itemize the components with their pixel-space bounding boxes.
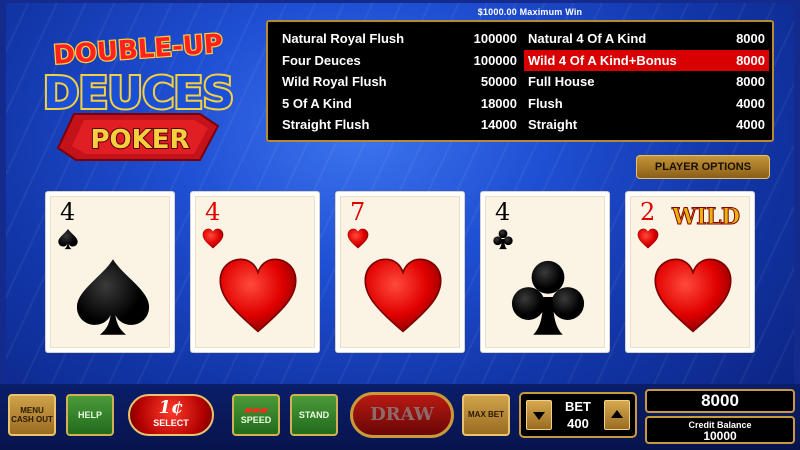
hand-name: 5 Of A Kind [282,95,352,111]
card-3[interactable]: 7 [336,192,464,352]
pay-row: Natural 4 Of A Kind 8000 [524,28,769,50]
pay-row: Wild Royal Flush 50000 [278,71,523,93]
hand-name: Straight Flush [282,117,370,133]
hand-payout: 14000 [480,117,517,133]
hand-payout: 8000 [736,74,765,90]
heart-icon [637,228,659,250]
hand-payout: 4000 [736,95,765,111]
hand-payout: 100000 [473,52,517,68]
hand-name: Wild 4 Of A Kind+Bonus [528,52,677,68]
hand-payout: 100000 [473,31,517,46]
pay-row: Straight Flush 14000 [278,114,523,136]
pay-row: 5 Of A Kind 18000 [278,93,523,115]
heart-icon [652,256,734,338]
pay-table-right-column: Natural 4 Of A Kind 8000 Wild 4 Of A Kin… [524,28,769,136]
spade-icon [72,256,154,338]
game-logo: DOUBLE-UP DEUCES POKER [22,18,254,168]
arrow-down-icon [533,412,545,420]
heart-icon [217,256,299,338]
denomination-select-label: SELECT [153,418,189,428]
hand-payout: 8000 [736,52,765,68]
club-icon [492,228,514,250]
hand-payout: 4000 [736,117,765,133]
pay-row: Straight 4000 [524,114,769,136]
card-rank: 7 [350,198,366,226]
logo-line2: DEUCES [43,68,233,119]
player-options-button[interactable]: PLAYER OPTIONS [636,155,770,179]
card-4[interactable]: 4 [481,192,609,352]
speed-meter-icon: ▰▰▰ [244,404,268,416]
wild-label: WILD [672,204,741,231]
hand-name: Natural 4 Of A Kind [528,31,647,46]
card-rank: 4 [60,198,76,226]
credit-balance-value: 10000 [703,429,737,443]
pay-row-highlighted: Wild 4 Of A Kind+Bonus 8000 [524,49,769,72]
menu-cash-out-button[interactable]: MENU CASH OUT [8,394,56,436]
max-win-label: $1000.00 Maximum Win [477,7,583,17]
hand-name: Full House [528,74,595,90]
hand-name: Wild Royal Flush [282,74,387,90]
pay-row: Flush 4000 [524,93,769,115]
hand-payout: 18000 [480,95,517,111]
pay-table-left-column: Natural Royal Flush 100000 Four Deuces 1… [278,28,523,136]
hand-name: Natural Royal Flush [282,31,405,46]
card-5[interactable]: 2 WILD [626,192,754,352]
spade-icon [57,228,79,250]
pay-row: Natural Royal Flush 100000 [278,28,523,50]
pay-table: Natural Royal Flush 100000 Four Deuces 1… [266,20,774,142]
hand-name: Straight [528,117,578,133]
bet-increase-button[interactable] [604,400,630,430]
bet-label: BET [565,399,591,414]
card-rank: 4 [495,198,511,226]
heart-icon [202,228,224,250]
logo-graphic: DOUBLE-UP DEUCES POKER [41,28,236,161]
credit-balance-box: Credit Balance 10000 [645,416,795,444]
hand-payout: 8000 [736,31,765,46]
draw-button[interactable]: DRAW [350,392,454,438]
card-rank: 4 [205,198,221,226]
card-rank: 2 [640,198,656,226]
hand-payout: 50000 [480,74,517,90]
help-button[interactable]: HELP [66,394,114,436]
max-bet-button[interactable]: MAX BET [462,394,510,436]
bet-panel: BET 400 [519,392,637,438]
hand-name: Flush [528,95,563,111]
logo-line3: POKER [90,125,189,155]
card-2[interactable]: 4 [191,192,319,352]
denomination-select-button[interactable]: 1¢ SELECT [128,394,214,436]
speed-button[interactable]: ▰▰▰ SPEED [232,394,280,436]
bet-value: 400 [567,416,589,431]
heart-icon [362,256,444,338]
card-1[interactable]: 4 [46,192,174,352]
pay-row: Four Deuces 100000 [278,50,523,72]
denomination-value: 1¢ [158,397,184,418]
pay-row: Full House 8000 [524,71,769,93]
heart-icon [347,228,369,250]
club-icon [507,256,589,338]
bet-decrease-button[interactable] [526,400,552,430]
win-amount: 8000 [645,389,795,413]
hand-name: Four Deuces [282,52,361,68]
logo-line1: DOUBLE-UP [52,29,224,71]
stand-button[interactable]: STAND [290,394,338,436]
speed-label: SPEED [240,414,272,425]
arrow-up-icon [611,410,623,418]
